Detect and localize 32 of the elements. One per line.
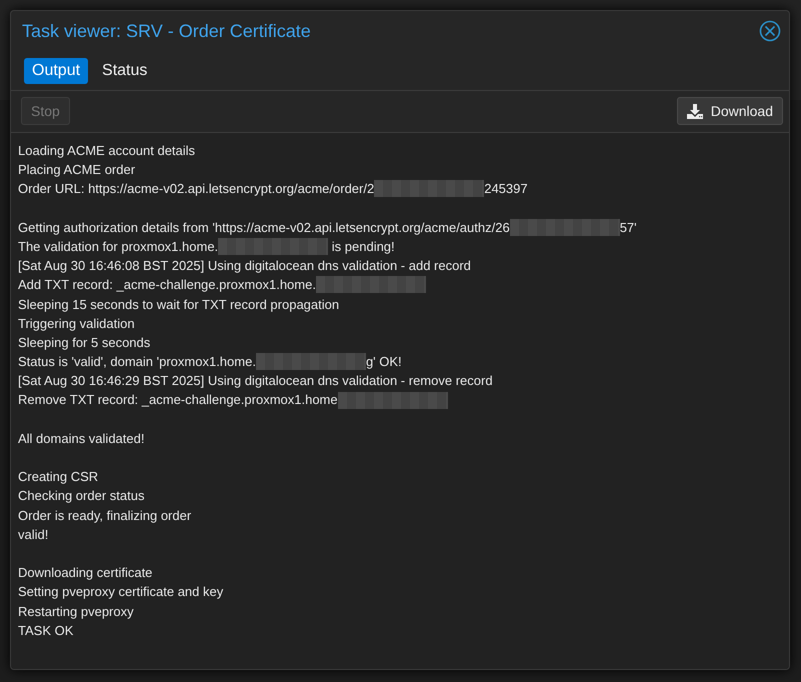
log-text: is pending! <box>330 238 395 256</box>
log-text: valid! <box>18 526 48 544</box>
log-text: TASK OK <box>18 622 74 640</box>
log-text: Placing ACME order <box>18 161 136 180</box>
log-text: Status is 'valid', domain 'proxmox1.home. <box>18 353 256 372</box>
log-text: Getting authorization details from 'https://acme-v02.api.letsencrypt.org/acme/authz/26 <box>18 218 510 237</box>
tab[interactable]: Output <box>24 58 88 84</box>
log-text: Checking order status <box>18 487 144 506</box>
log-text: g' OK! <box>366 353 402 372</box>
close-icon[interactable] <box>759 20 781 42</box>
log-text: 57' <box>620 218 637 237</box>
log-text: Order URL: https://acme-v02.api.letsencrypt.org/acme/order/2 <box>18 180 374 198</box>
log-text: Loading ACME account details <box>18 142 196 160</box>
log-text: 245397 <box>484 180 528 198</box>
log-text: Triggering validation <box>18 314 135 333</box>
download-button[interactable]: Download <box>676 97 783 125</box>
log-text: The validation for proxmox1.home. <box>18 238 218 256</box>
log-text: Restarting pveproxy <box>18 602 134 621</box>
log-text: Setting pveproxy certificate and key <box>18 583 224 602</box>
log-text: All domains validated! <box>18 430 144 448</box>
log-text: Sleeping 15 seconds to wait for TXT record propagation <box>18 296 340 314</box>
log-text: Order is ready, finalizing order <box>18 506 192 525</box>
log-text: [Sat Aug 30 16:46:08 BST 2025] Using digitalocean dns validation - add record <box>18 257 471 276</box>
log-text: Creating CSR <box>18 468 98 486</box>
log-text: Downloading certificate <box>18 564 152 582</box>
download-icon <box>686 103 703 119</box>
log-text: Remove TXT record: _acme-challenge.proxmox1.home <box>18 391 338 410</box>
window-title: Task viewer: SRV - Order Certificate <box>22 20 311 42</box>
log-text: [Sat Aug 30 16:46:29 BST 2025] Using digitalocean dns validation - remove record <box>18 372 493 390</box>
log-text: Sleeping for 5 seconds <box>18 334 150 352</box>
log-text: Add TXT record: _acme-challenge.proxmox1.home. <box>18 276 316 294</box>
tab[interactable]: Status <box>94 58 156 84</box>
